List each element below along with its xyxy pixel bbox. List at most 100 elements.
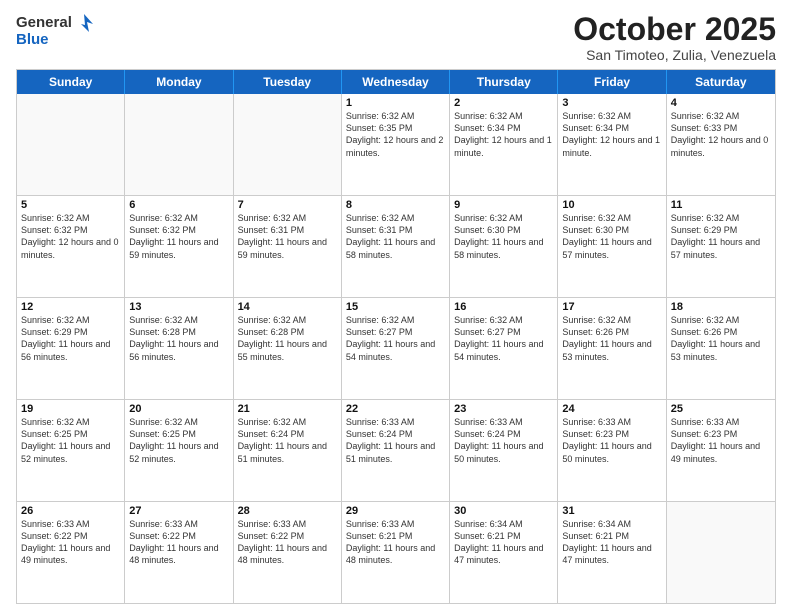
calendar-week-2: 5Sunrise: 6:32 AM Sunset: 6:32 PM Daylig… (17, 196, 775, 298)
day-number: 24 (562, 403, 661, 415)
calendar-cell: 9Sunrise: 6:32 AM Sunset: 6:30 PM Daylig… (450, 196, 558, 297)
day-info: Sunrise: 6:34 AM Sunset: 6:21 PM Dayligh… (562, 518, 661, 567)
day-info: Sunrise: 6:32 AM Sunset: 6:31 PM Dayligh… (238, 212, 337, 261)
calendar-body: 1Sunrise: 6:32 AM Sunset: 6:35 PM Daylig… (17, 94, 775, 603)
day-number: 15 (346, 301, 445, 313)
calendar-cell: 13Sunrise: 6:32 AM Sunset: 6:28 PM Dayli… (125, 298, 233, 399)
day-info: Sunrise: 6:33 AM Sunset: 6:24 PM Dayligh… (346, 416, 445, 465)
day-info: Sunrise: 6:32 AM Sunset: 6:35 PM Dayligh… (346, 110, 445, 159)
location-subtitle: San Timoteo, Zulia, Venezuela (573, 47, 776, 63)
weekday-header-saturday: Saturday (667, 70, 775, 94)
day-number: 28 (238, 505, 337, 517)
day-number: 29 (346, 505, 445, 517)
day-info: Sunrise: 6:32 AM Sunset: 6:32 PM Dayligh… (21, 212, 120, 261)
day-number: 31 (562, 505, 661, 517)
weekday-header-monday: Monday (125, 70, 233, 94)
calendar-cell: 11Sunrise: 6:32 AM Sunset: 6:29 PM Dayli… (667, 196, 775, 297)
calendar-cell: 8Sunrise: 6:32 AM Sunset: 6:31 PM Daylig… (342, 196, 450, 297)
day-info: Sunrise: 6:32 AM Sunset: 6:32 PM Dayligh… (129, 212, 228, 261)
calendar-cell (125, 94, 233, 195)
day-number: 1 (346, 97, 445, 109)
day-info: Sunrise: 6:33 AM Sunset: 6:22 PM Dayligh… (21, 518, 120, 567)
calendar-cell: 15Sunrise: 6:32 AM Sunset: 6:27 PM Dayli… (342, 298, 450, 399)
day-number: 25 (671, 403, 771, 415)
calendar-cell (234, 94, 342, 195)
day-number: 30 (454, 505, 553, 517)
calendar-cell: 25Sunrise: 6:33 AM Sunset: 6:23 PM Dayli… (667, 400, 775, 501)
calendar-cell: 2Sunrise: 6:32 AM Sunset: 6:34 PM Daylig… (450, 94, 558, 195)
logo-bird-icon (73, 12, 95, 34)
calendar-cell: 17Sunrise: 6:32 AM Sunset: 6:26 PM Dayli… (558, 298, 666, 399)
day-number: 23 (454, 403, 553, 415)
calendar-cell: 6Sunrise: 6:32 AM Sunset: 6:32 PM Daylig… (125, 196, 233, 297)
calendar-cell: 31Sunrise: 6:34 AM Sunset: 6:21 PM Dayli… (558, 502, 666, 603)
calendar-week-1: 1Sunrise: 6:32 AM Sunset: 6:35 PM Daylig… (17, 94, 775, 196)
day-number: 14 (238, 301, 337, 313)
day-number: 2 (454, 97, 553, 109)
day-number: 3 (562, 97, 661, 109)
day-number: 19 (21, 403, 120, 415)
calendar-cell: 7Sunrise: 6:32 AM Sunset: 6:31 PM Daylig… (234, 196, 342, 297)
day-info: Sunrise: 6:33 AM Sunset: 6:24 PM Dayligh… (454, 416, 553, 465)
day-info: Sunrise: 6:33 AM Sunset: 6:22 PM Dayligh… (129, 518, 228, 567)
calendar-week-3: 12Sunrise: 6:32 AM Sunset: 6:29 PM Dayli… (17, 298, 775, 400)
calendar-cell (667, 502, 775, 603)
logo-blue-text: Blue (16, 32, 49, 49)
calendar-cell: 22Sunrise: 6:33 AM Sunset: 6:24 PM Dayli… (342, 400, 450, 501)
calendar-cell: 28Sunrise: 6:33 AM Sunset: 6:22 PM Dayli… (234, 502, 342, 603)
calendar-cell: 29Sunrise: 6:33 AM Sunset: 6:21 PM Dayli… (342, 502, 450, 603)
calendar-header: SundayMondayTuesdayWednesdayThursdayFrid… (17, 70, 775, 94)
day-number: 22 (346, 403, 445, 415)
day-info: Sunrise: 6:32 AM Sunset: 6:24 PM Dayligh… (238, 416, 337, 465)
day-info: Sunrise: 6:33 AM Sunset: 6:23 PM Dayligh… (671, 416, 771, 465)
day-info: Sunrise: 6:32 AM Sunset: 6:33 PM Dayligh… (671, 110, 771, 159)
day-info: Sunrise: 6:32 AM Sunset: 6:25 PM Dayligh… (21, 416, 120, 465)
calendar-cell: 5Sunrise: 6:32 AM Sunset: 6:32 PM Daylig… (17, 196, 125, 297)
calendar-cell: 1Sunrise: 6:32 AM Sunset: 6:35 PM Daylig… (342, 94, 450, 195)
day-number: 7 (238, 199, 337, 211)
day-info: Sunrise: 6:32 AM Sunset: 6:34 PM Dayligh… (454, 110, 553, 159)
calendar-cell: 27Sunrise: 6:33 AM Sunset: 6:22 PM Dayli… (125, 502, 233, 603)
day-info: Sunrise: 6:32 AM Sunset: 6:27 PM Dayligh… (346, 314, 445, 363)
calendar-cell: 21Sunrise: 6:32 AM Sunset: 6:24 PM Dayli… (234, 400, 342, 501)
calendar-cell: 14Sunrise: 6:32 AM Sunset: 6:28 PM Dayli… (234, 298, 342, 399)
day-info: Sunrise: 6:32 AM Sunset: 6:26 PM Dayligh… (562, 314, 661, 363)
day-number: 4 (671, 97, 771, 109)
day-info: Sunrise: 6:32 AM Sunset: 6:26 PM Dayligh… (671, 314, 771, 363)
day-info: Sunrise: 6:32 AM Sunset: 6:30 PM Dayligh… (454, 212, 553, 261)
weekday-header-tuesday: Tuesday (234, 70, 342, 94)
day-number: 26 (21, 505, 120, 517)
calendar-cell: 20Sunrise: 6:32 AM Sunset: 6:25 PM Dayli… (125, 400, 233, 501)
weekday-header-wednesday: Wednesday (342, 70, 450, 94)
calendar-cell: 23Sunrise: 6:33 AM Sunset: 6:24 PM Dayli… (450, 400, 558, 501)
top-section: General Blue October 2025 San Timoteo, Z… (16, 12, 776, 63)
calendar-cell: 19Sunrise: 6:32 AM Sunset: 6:25 PM Dayli… (17, 400, 125, 501)
weekday-header-friday: Friday (558, 70, 666, 94)
day-number: 10 (562, 199, 661, 211)
day-info: Sunrise: 6:33 AM Sunset: 6:21 PM Dayligh… (346, 518, 445, 567)
calendar: SundayMondayTuesdayWednesdayThursdayFrid… (16, 69, 776, 604)
day-info: Sunrise: 6:32 AM Sunset: 6:34 PM Dayligh… (562, 110, 661, 159)
calendar-cell: 30Sunrise: 6:34 AM Sunset: 6:21 PM Dayli… (450, 502, 558, 603)
day-number: 11 (671, 199, 771, 211)
day-number: 27 (129, 505, 228, 517)
calendar-cell: 26Sunrise: 6:33 AM Sunset: 6:22 PM Dayli… (17, 502, 125, 603)
calendar-cell: 12Sunrise: 6:32 AM Sunset: 6:29 PM Dayli… (17, 298, 125, 399)
day-info: Sunrise: 6:32 AM Sunset: 6:28 PM Dayligh… (129, 314, 228, 363)
day-number: 17 (562, 301, 661, 313)
day-number: 8 (346, 199, 445, 211)
day-info: Sunrise: 6:32 AM Sunset: 6:27 PM Dayligh… (454, 314, 553, 363)
calendar-cell: 24Sunrise: 6:33 AM Sunset: 6:23 PM Dayli… (558, 400, 666, 501)
calendar-week-5: 26Sunrise: 6:33 AM Sunset: 6:22 PM Dayli… (17, 502, 775, 603)
title-section: October 2025 San Timoteo, Zulia, Venezue… (573, 12, 776, 63)
day-number: 13 (129, 301, 228, 313)
page: General Blue October 2025 San Timoteo, Z… (0, 0, 792, 612)
day-info: Sunrise: 6:33 AM Sunset: 6:22 PM Dayligh… (238, 518, 337, 567)
day-number: 12 (21, 301, 120, 313)
day-info: Sunrise: 6:32 AM Sunset: 6:29 PM Dayligh… (671, 212, 771, 261)
day-info: Sunrise: 6:32 AM Sunset: 6:31 PM Dayligh… (346, 212, 445, 261)
day-number: 20 (129, 403, 228, 415)
calendar-cell: 18Sunrise: 6:32 AM Sunset: 6:26 PM Dayli… (667, 298, 775, 399)
month-title: October 2025 (573, 12, 776, 47)
calendar-week-4: 19Sunrise: 6:32 AM Sunset: 6:25 PM Dayli… (17, 400, 775, 502)
